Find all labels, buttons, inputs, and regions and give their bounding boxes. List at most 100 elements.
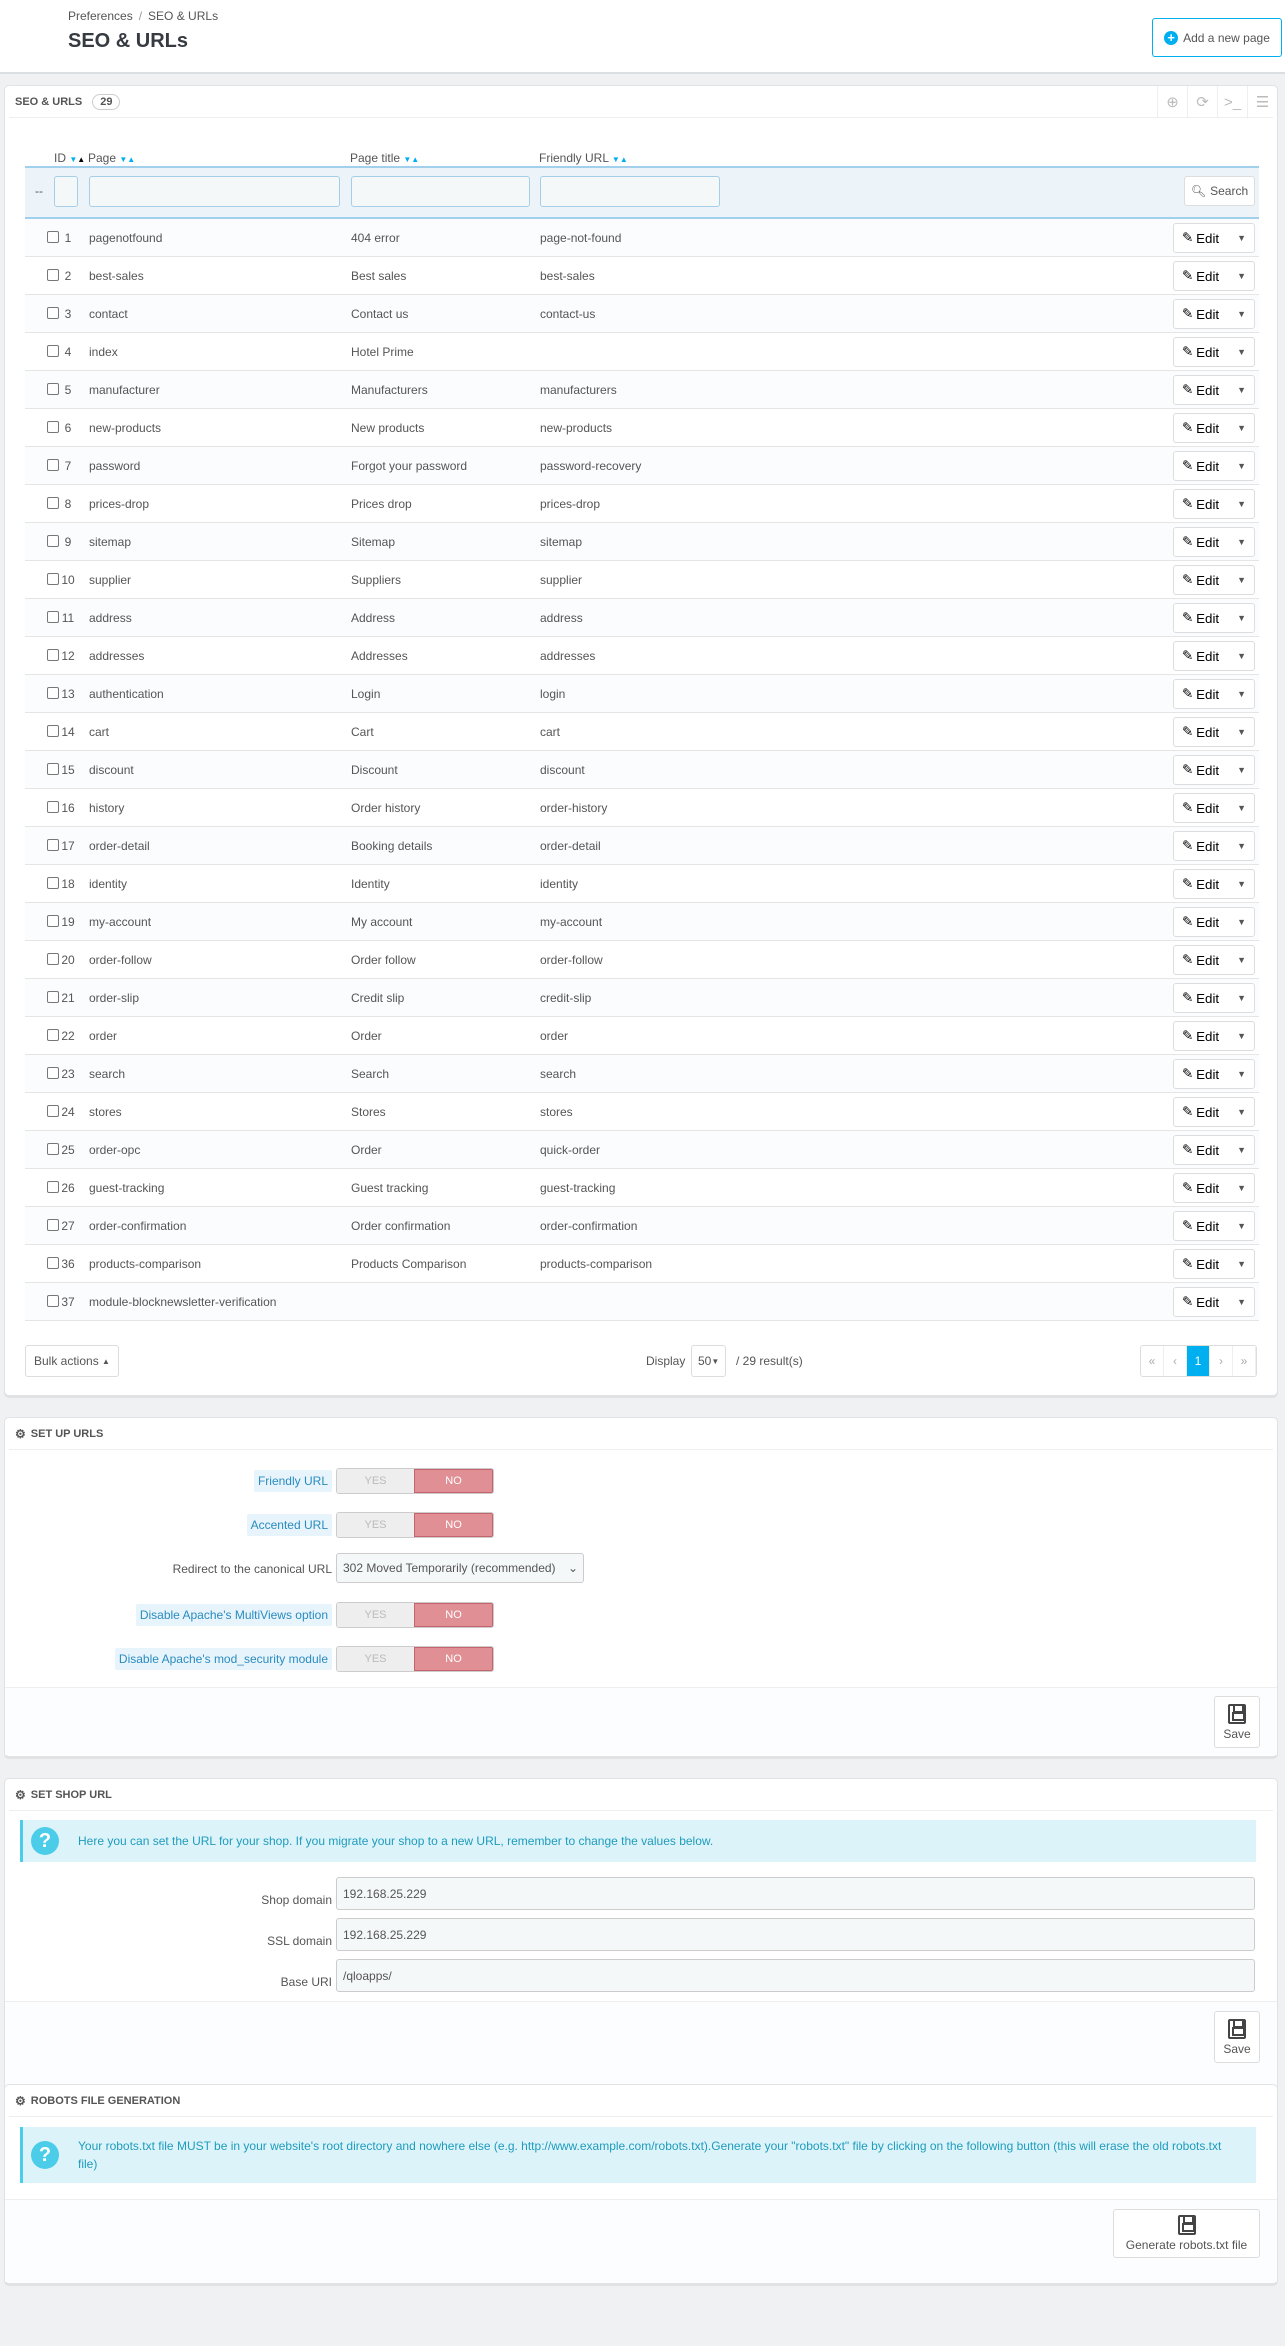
edit-button[interactable]: ✎ Edit ▼ [1173, 641, 1255, 671]
shop-domain-input[interactable]: 192.168.25.229 [336, 1877, 1255, 1910]
caret-down-icon[interactable]: ▼ [1237, 423, 1246, 433]
caret-down-icon[interactable]: ▼ [1237, 537, 1246, 547]
edit-button[interactable]: ✎ Edit ▼ [1173, 755, 1255, 785]
edit-button[interactable]: ✎ Edit ▼ [1173, 375, 1255, 405]
edit-button[interactable]: ✎ Edit ▼ [1173, 1287, 1255, 1317]
sort-icon[interactable]: ▼▲ [403, 155, 419, 164]
edit-button[interactable]: ✎ Edit ▼ [1173, 983, 1255, 1013]
caret-down-icon[interactable]: ▼ [1237, 499, 1246, 509]
caret-down-icon[interactable]: ▼ [1237, 841, 1246, 851]
yes-option[interactable]: YES [337, 1647, 414, 1671]
caret-down-icon[interactable]: ▼ [1237, 347, 1246, 357]
base-uri-input[interactable]: /qloapps/ [336, 1959, 1255, 1992]
sql-query-icon[interactable]: >_ [1217, 86, 1247, 118]
edit-button[interactable]: ✎ Edit ▼ [1173, 1021, 1255, 1051]
save-button[interactable]: Save [1214, 2011, 1260, 2063]
breadcrumb-seo-urls[interactable]: SEO & URLs [148, 9, 218, 23]
edit-button[interactable]: ✎ Edit ▼ [1173, 1059, 1255, 1089]
filter-id-input[interactable] [54, 176, 78, 207]
caret-down-icon[interactable]: ▼ [1237, 309, 1246, 319]
caret-down-icon[interactable]: ▼ [1237, 1259, 1246, 1269]
edit-button[interactable]: ✎ Edit ▼ [1173, 1097, 1255, 1127]
caret-down-icon[interactable]: ▼ [1237, 613, 1246, 623]
prev-page-icon[interactable]: ‹ [1164, 1346, 1187, 1376]
caret-down-icon[interactable]: ▼ [1237, 271, 1246, 281]
edit-button[interactable]: ✎ Edit ▼ [1173, 527, 1255, 557]
caret-down-icon[interactable]: ▼ [1237, 727, 1246, 737]
caret-down-icon[interactable]: ▼ [1237, 1221, 1246, 1231]
edit-button[interactable]: ✎ Edit ▼ [1173, 299, 1255, 329]
caret-down-icon[interactable]: ▼ [1237, 917, 1246, 927]
caret-down-icon[interactable]: ▼ [1237, 651, 1246, 661]
no-option[interactable]: NO [414, 1647, 493, 1671]
per-page-select[interactable]: 50 ▼ [691, 1345, 727, 1377]
last-page-icon[interactable]: » [1233, 1346, 1256, 1376]
caret-down-icon[interactable]: ▼ [1237, 1069, 1246, 1079]
edit-button[interactable]: ✎ Edit ▼ [1173, 337, 1255, 367]
accented-url-switch[interactable]: YES NO [336, 1512, 494, 1538]
ssl-domain-input[interactable]: 192.168.25.229 [336, 1918, 1255, 1951]
edit-button[interactable]: ✎ Edit ▼ [1173, 869, 1255, 899]
caret-down-icon[interactable]: ▼ [1237, 1145, 1246, 1155]
bulk-actions-button[interactable]: Bulk actions ▲ [25, 1345, 119, 1377]
caret-down-icon[interactable]: ▼ [1237, 461, 1246, 471]
edit-button[interactable]: ✎ Edit ▼ [1173, 793, 1255, 823]
column-header-page[interactable]: Page ▼▲ [88, 151, 135, 165]
edit-button[interactable]: ✎ Edit ▼ [1173, 1249, 1255, 1279]
edit-button[interactable]: ✎ Edit ▼ [1173, 1211, 1255, 1241]
edit-button[interactable]: ✎ Edit ▼ [1173, 261, 1255, 291]
edit-button[interactable]: ✎ Edit ▼ [1173, 223, 1255, 253]
filter-page-title-input[interactable] [351, 176, 530, 207]
redirect-select[interactable]: 302 Moved Temporarily (recommended) ⌄ [336, 1553, 584, 1583]
search-button[interactable]: 🔍︎ Search [1184, 176, 1255, 206]
edit-button[interactable]: ✎ Edit ▼ [1173, 945, 1255, 975]
caret-down-icon[interactable]: ▼ [1237, 385, 1246, 395]
caret-down-icon[interactable]: ▼ [1237, 575, 1246, 585]
edit-button[interactable]: ✎ Edit ▼ [1173, 565, 1255, 595]
caret-down-icon[interactable]: ▼ [1237, 803, 1246, 813]
filter-friendly-url-input[interactable] [540, 176, 720, 207]
caret-down-icon[interactable]: ▼ [1237, 1107, 1246, 1117]
next-page-icon[interactable]: › [1210, 1346, 1233, 1376]
no-option[interactable]: NO [414, 1513, 493, 1537]
breadcrumb-preferences[interactable]: Preferences [68, 9, 133, 23]
sort-icon[interactable]: ▲ [77, 155, 85, 164]
edit-button[interactable]: ✎ Edit ▼ [1173, 1173, 1255, 1203]
add-icon[interactable]: ⊕ [1157, 86, 1187, 118]
edit-button[interactable]: ✎ Edit ▼ [1173, 603, 1255, 633]
column-header-friendly-url[interactable]: Friendly URL ▼▲ [539, 151, 628, 165]
caret-down-icon[interactable]: ▼ [1237, 1031, 1246, 1041]
caret-down-icon[interactable]: ▼ [1237, 765, 1246, 775]
caret-down-icon[interactable]: ▼ [1237, 689, 1246, 699]
caret-down-icon[interactable]: ▼ [1237, 955, 1246, 965]
edit-button[interactable]: ✎ Edit ▼ [1173, 489, 1255, 519]
caret-down-icon[interactable]: ▼ [1237, 1183, 1246, 1193]
caret-down-icon[interactable]: ▼ [1237, 993, 1246, 1003]
yes-option[interactable]: YES [337, 1603, 414, 1627]
edit-button[interactable]: ✎ Edit ▼ [1173, 717, 1255, 747]
database-icon[interactable]: ☰ [1247, 86, 1277, 118]
first-page-icon[interactable]: « [1141, 1346, 1164, 1376]
caret-down-icon[interactable]: ▼ [1237, 1297, 1246, 1307]
edit-button[interactable]: ✎ Edit ▼ [1173, 1135, 1255, 1165]
sort-icon[interactable]: ▼▲ [612, 155, 628, 164]
column-header-page-title[interactable]: Page title ▼▲ [350, 151, 419, 165]
mod-security-switch[interactable]: YES NO [336, 1646, 494, 1672]
filter-page-input[interactable] [89, 176, 340, 207]
save-button[interactable]: Save [1214, 1696, 1260, 1748]
page-1[interactable]: 1 [1187, 1346, 1210, 1376]
add-new-page-button[interactable]: + Add a new page [1152, 18, 1282, 57]
edit-button[interactable]: ✎ Edit ▼ [1173, 679, 1255, 709]
generate-robots-button[interactable]: Generate robots.txt file [1113, 2209, 1260, 2258]
edit-button[interactable]: ✎ Edit ▼ [1173, 413, 1255, 443]
caret-down-icon[interactable]: ▼ [1237, 879, 1246, 889]
column-header-id[interactable]: ID ▼▲ [54, 151, 85, 165]
edit-button[interactable]: ✎ Edit ▼ [1173, 451, 1255, 481]
no-option[interactable]: NO [414, 1603, 493, 1627]
yes-option[interactable]: YES [337, 1469, 414, 1493]
sort-icon[interactable]: ▼▲ [119, 155, 135, 164]
edit-button[interactable]: ✎ Edit ▼ [1173, 907, 1255, 937]
friendly-url-switch[interactable]: YES NO [336, 1468, 494, 1494]
edit-button[interactable]: ✎ Edit ▼ [1173, 831, 1255, 861]
refresh-icon[interactable]: ⟳ [1187, 86, 1217, 118]
